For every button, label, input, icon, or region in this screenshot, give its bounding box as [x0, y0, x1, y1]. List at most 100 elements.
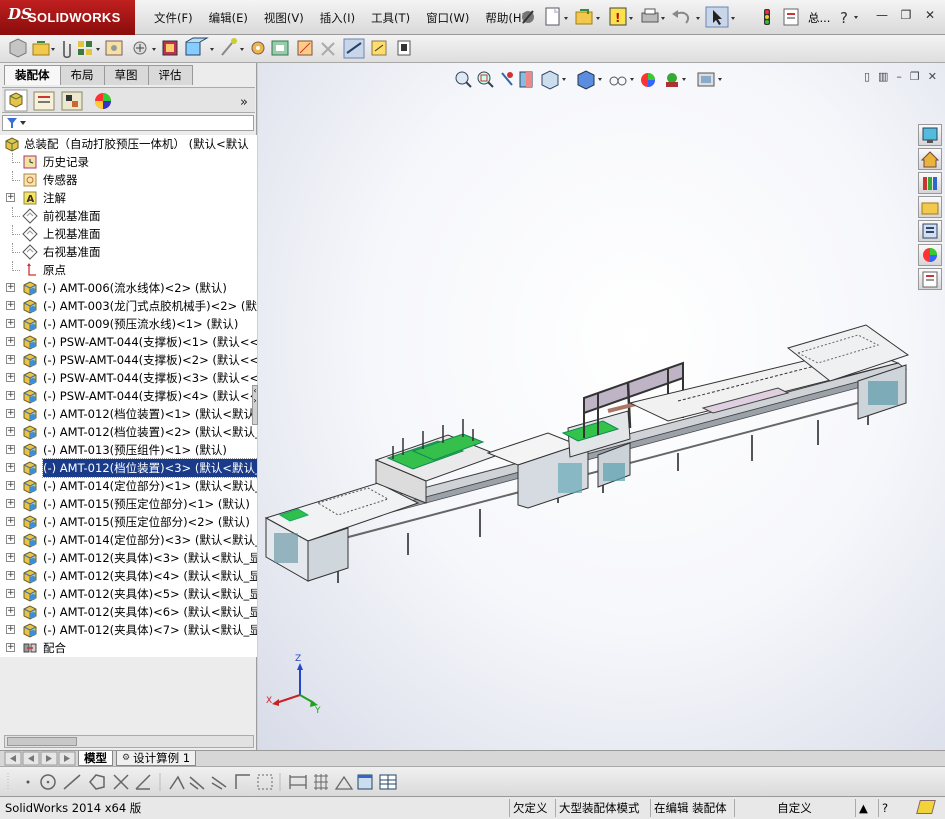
tab-assembly[interactable]: 装配体 [4, 65, 61, 85]
mirror-icon[interactable] [169, 775, 185, 790]
display-manager-tab-icon[interactable] [95, 93, 111, 109]
tree-item[interactable]: + (-) AMT-006(流水线体)<2> (默认) [0, 279, 257, 297]
expand-toggle-icon[interactable]: + [6, 643, 15, 652]
tree-item[interactable]: + A 注解 [0, 189, 257, 207]
expand-toggle-icon[interactable]: + [6, 625, 15, 634]
tree-item[interactable]: + (-) PSW-AMT-044(支撑板)<4> (默认<<默认 [0, 387, 257, 405]
expand-toggle-icon[interactable]: + [6, 445, 15, 454]
undo-icon[interactable] [672, 10, 690, 24]
menu-item[interactable]: 窗口(W) [418, 10, 477, 26]
tree-item[interactable]: + (-) AMT-014(定位部分)<3> (默认<默认_显 [0, 531, 257, 549]
expand-toggle-icon[interactable]: + [6, 571, 15, 580]
file-explorer-icon[interactable] [918, 196, 942, 218]
expand-toggle-icon[interactable]: + [6, 301, 15, 310]
expand-toggle-icon[interactable]: + [6, 481, 15, 490]
view-orientation-icon[interactable] [271, 40, 289, 56]
expand-toggle-icon[interactable]: + [6, 409, 15, 418]
tab-study[interactable]: ⚙ 设计算例 1 [116, 751, 197, 766]
grid-icon[interactable] [314, 774, 328, 790]
select-pointer-icon[interactable] [705, 6, 729, 28]
interference-icon[interactable] [343, 38, 365, 59]
open-folder-icon[interactable] [575, 9, 593, 25]
assembly-model[interactable]: Z X Y [258, 63, 945, 750]
expand-toggle-icon[interactable]: + [6, 607, 15, 616]
tab-prev-icon[interactable] [22, 751, 40, 766]
smart-mates-icon[interactable] [78, 41, 92, 55]
expand-toggle-icon[interactable]: + [6, 391, 15, 400]
tree-item[interactable]: 传感器 [0, 171, 257, 189]
expand-toggle-icon[interactable]: + [6, 319, 15, 328]
tree-item[interactable]: + (-) AMT-012(夹具体)<3> (默认<默认_显示 [0, 549, 257, 567]
expand-toggle-icon[interactable]: + [6, 427, 15, 436]
menu-item[interactable]: 工具(T) [363, 10, 418, 26]
window-icon[interactable] [357, 774, 373, 790]
design-library-icon[interactable] [918, 172, 942, 194]
tree-item[interactable]: 原点 [0, 261, 257, 279]
tree-item[interactable]: + (-) AMT-012(夹具体)<5> (默认<默认_显示 [0, 585, 257, 603]
fillet-icon[interactable] [211, 776, 227, 790]
settings-gear-icon[interactable] [251, 41, 265, 55]
traffic-light-icon[interactable] [764, 9, 770, 25]
tree-item[interactable]: + (-) AMT-012(档位装置)<1> (默认<默认_显 [0, 405, 257, 423]
trim-icon[interactable] [113, 774, 129, 790]
tree-item[interactable]: + (-) AMT-009(预压流水线)<1> (默认) [0, 315, 257, 333]
polygon-icon[interactable] [89, 774, 105, 790]
expand-toggle-icon[interactable]: + [6, 517, 15, 526]
linear-pattern-icon[interactable] [297, 40, 313, 56]
table-icon[interactable] [379, 774, 397, 790]
rotate-component-icon[interactable] [321, 42, 335, 56]
paperclip-icon[interactable] [63, 41, 71, 59]
tree-item[interactable]: 历史记录 [0, 153, 257, 171]
tree-item[interactable]: + (-) AMT-012(夹具体)<7> (默认<默认_显示 [0, 621, 257, 639]
expand-toggle-icon[interactable]: + [6, 355, 15, 364]
tree-item[interactable]: + (-) AMT-003(龙门式点胶机械手)<2> (默认) [0, 297, 257, 315]
new-document-icon[interactable] [545, 7, 560, 26]
expand-toggle-icon[interactable]: + [6, 463, 15, 472]
tab-layout[interactable]: 布局 [59, 65, 105, 85]
configuration-manager-tab-icon[interactable] [61, 91, 83, 111]
home-icon[interactable] [918, 148, 942, 170]
sketch-relations-icon[interactable] [257, 774, 273, 790]
tree-item[interactable]: + (-) AMT-014(定位部分)<1> (默认<默认_显 [0, 477, 257, 495]
smart-dimension-icon[interactable] [289, 775, 307, 789]
restore-icon[interactable]: ❐ [897, 8, 915, 24]
expand-toggle-icon[interactable]: + [6, 535, 15, 544]
tree-horizontal-scrollbar[interactable] [4, 735, 254, 748]
sheet-icon[interactable] [397, 40, 411, 56]
menu-item[interactable]: 视图(V) [256, 10, 312, 26]
move-component-icon[interactable] [133, 41, 147, 55]
status-units[interactable]: 自定义 [734, 799, 854, 817]
tree-item[interactable]: + (-) PSW-AMT-044(支撑板)<2> (默认<<默认 [0, 351, 257, 369]
print-icon[interactable] [641, 8, 659, 23]
file-properties-icon[interactable] [783, 8, 799, 26]
tree-item[interactable]: 上视基准面 [0, 225, 257, 243]
insert-components-icon[interactable] [105, 40, 123, 56]
solidworks-resources-icon[interactable] [918, 124, 942, 146]
tree-item[interactable]: + (-) AMT-012(档位装置)<2> (默认<默认_显 [0, 423, 257, 441]
funnel-icon[interactable] [7, 118, 26, 128]
tab-first-icon[interactable] [4, 751, 22, 766]
angle-icon[interactable] [334, 775, 354, 790]
expand-toggle-icon[interactable]: + [6, 589, 15, 598]
options-icon[interactable] [522, 10, 534, 24]
tree-filter[interactable] [2, 115, 254, 131]
extend-icon[interactable] [135, 774, 151, 790]
tab-evaluate[interactable]: 评估 [147, 65, 193, 85]
tag-icon[interactable] [916, 800, 936, 814]
help-question-icon[interactable]: ? [840, 9, 858, 26]
tree-item[interactable]: 右视基准面 [0, 243, 257, 261]
tree-item[interactable]: + (-) AMT-012(档位装置)<3> (默认<默认_显 [0, 458, 257, 478]
open-icon[interactable] [32, 41, 50, 56]
search-commands-label[interactable]: 总... [808, 10, 830, 26]
line-icon[interactable] [63, 774, 81, 790]
appearances-icon[interactable] [918, 244, 942, 266]
custom-properties-icon[interactable] [918, 268, 942, 290]
expand-toggle-icon[interactable]: + [6, 373, 15, 382]
tree-item[interactable]: + (-) AMT-012(夹具体)<6> (默认<默认_显示 [0, 603, 257, 621]
tab-last-icon[interactable] [58, 751, 76, 766]
tree-item[interactable]: + (-) AMT-012(夹具体)<4> (默认<默认_显示 [0, 567, 257, 585]
tree-item[interactable]: 前视基准面 [0, 207, 257, 225]
graphics-area[interactable]: ▯ ▥ – ❐ ✕ Z X Y [258, 63, 945, 750]
property-manager-tab-icon[interactable] [33, 91, 55, 111]
assembly-features-icon[interactable] [162, 40, 178, 56]
